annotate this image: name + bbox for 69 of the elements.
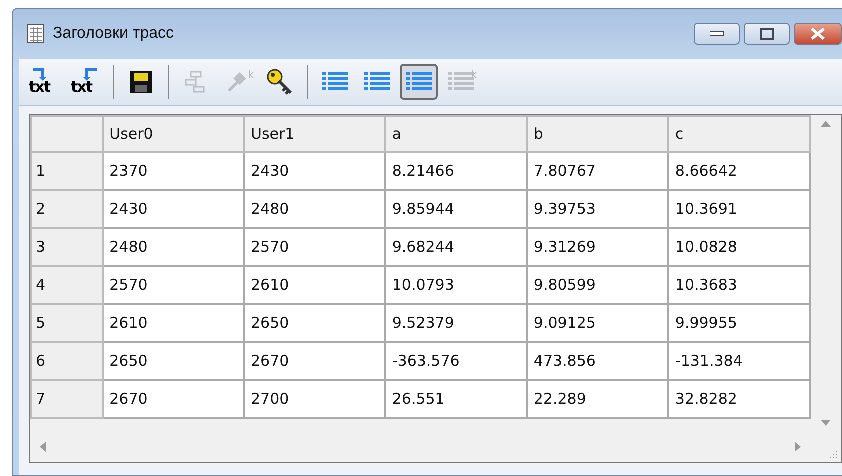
table-cell: 9.85944 — [385, 190, 527, 228]
table-cell: 2670 — [244, 342, 386, 380]
table-cell: 473.856 — [526, 342, 668, 380]
scroll-right-icon[interactable] — [795, 442, 801, 452]
table-cell: 2650 — [102, 342, 244, 380]
row-header[interactable]: 7 — [31, 380, 103, 418]
table-cell: 2480 — [244, 190, 386, 228]
table-cell: 22.289 — [526, 380, 668, 418]
table-cell: 8.21466 — [385, 152, 527, 190]
row-header[interactable]: 5 — [31, 304, 103, 342]
table-cell: 7.80767 — [526, 152, 668, 190]
table-cell: 2650 — [244, 304, 386, 342]
list-icon — [448, 71, 474, 93]
column-header[interactable]: b — [526, 116, 668, 152]
list-icon — [364, 71, 390, 93]
table-cell: 9.31269 — [526, 228, 668, 266]
minimize-button[interactable] — [694, 23, 740, 45]
minimize-icon — [710, 31, 724, 37]
table-icon — [27, 24, 45, 44]
scroll-up-icon[interactable] — [821, 121, 831, 127]
key-icon — [266, 68, 294, 96]
maximize-button[interactable] — [744, 23, 790, 45]
table-cell: 9.68244 — [385, 228, 527, 266]
row-header[interactable]: 2 — [31, 190, 103, 228]
table-cell: 9.09125 — [526, 304, 668, 342]
table-cell: 2370 — [102, 152, 244, 190]
close-icon — [810, 27, 826, 41]
table-cell: 9.80599 — [526, 266, 668, 304]
row-header[interactable]: 3 — [31, 228, 103, 266]
table-cell: 2610 — [244, 266, 386, 304]
table-cell: 2430 — [102, 190, 244, 228]
table-cell: 2670 — [102, 380, 244, 418]
scroll-down-icon[interactable] — [821, 420, 831, 426]
row-header[interactable]: 6 — [31, 342, 103, 380]
table-cell: 2570 — [244, 228, 386, 266]
column-header[interactable]: User0 — [102, 116, 244, 152]
table-cell: 2700 — [244, 380, 386, 418]
table-cell: -131.384 — [668, 342, 810, 380]
list-icon — [322, 71, 348, 93]
table-cell: 10.3683 — [668, 266, 810, 304]
table-cell: -363.576 — [385, 342, 527, 380]
table-cell: 2570 — [102, 266, 244, 304]
table-cell: 9.52379 — [385, 304, 527, 342]
list-button[interactable] — [400, 64, 438, 100]
column-header[interactable]: User1 — [244, 116, 386, 152]
resize-grip-icon[interactable] — [828, 449, 838, 459]
close-button[interactable] — [794, 23, 842, 45]
table-cell: 9.99955 — [668, 304, 810, 342]
scroll-left-icon[interactable] — [40, 442, 46, 452]
window-title: Заголовки трасс — [53, 25, 176, 43]
table-cell: 10.0828 — [668, 228, 810, 266]
table-cell: 26.551 — [385, 380, 527, 418]
table-cell: 8.66642 — [668, 152, 810, 190]
row-header[interactable]: 4 — [31, 266, 103, 304]
maximize-icon — [760, 28, 774, 40]
row-header[interactable]: 1 — [31, 152, 103, 190]
txt-import-button[interactable]: txt — [25, 64, 63, 100]
table-cell: 10.3691 — [668, 190, 810, 228]
table-cell: 9.39753 — [526, 190, 668, 228]
table-cell: 10.0793 — [385, 266, 527, 304]
table-cell: 32.8282 — [668, 380, 810, 418]
list-icon — [406, 71, 432, 93]
column-header[interactable]: c — [668, 116, 810, 152]
table-cell: 2480 — [102, 228, 244, 266]
txt-export-button[interactable]: txt — [67, 64, 105, 100]
column-header[interactable]: a — [385, 116, 527, 152]
table-cell: 2610 — [102, 304, 244, 342]
table-cell: 2430 — [244, 152, 386, 190]
tree-diagram-icon — [184, 70, 208, 94]
